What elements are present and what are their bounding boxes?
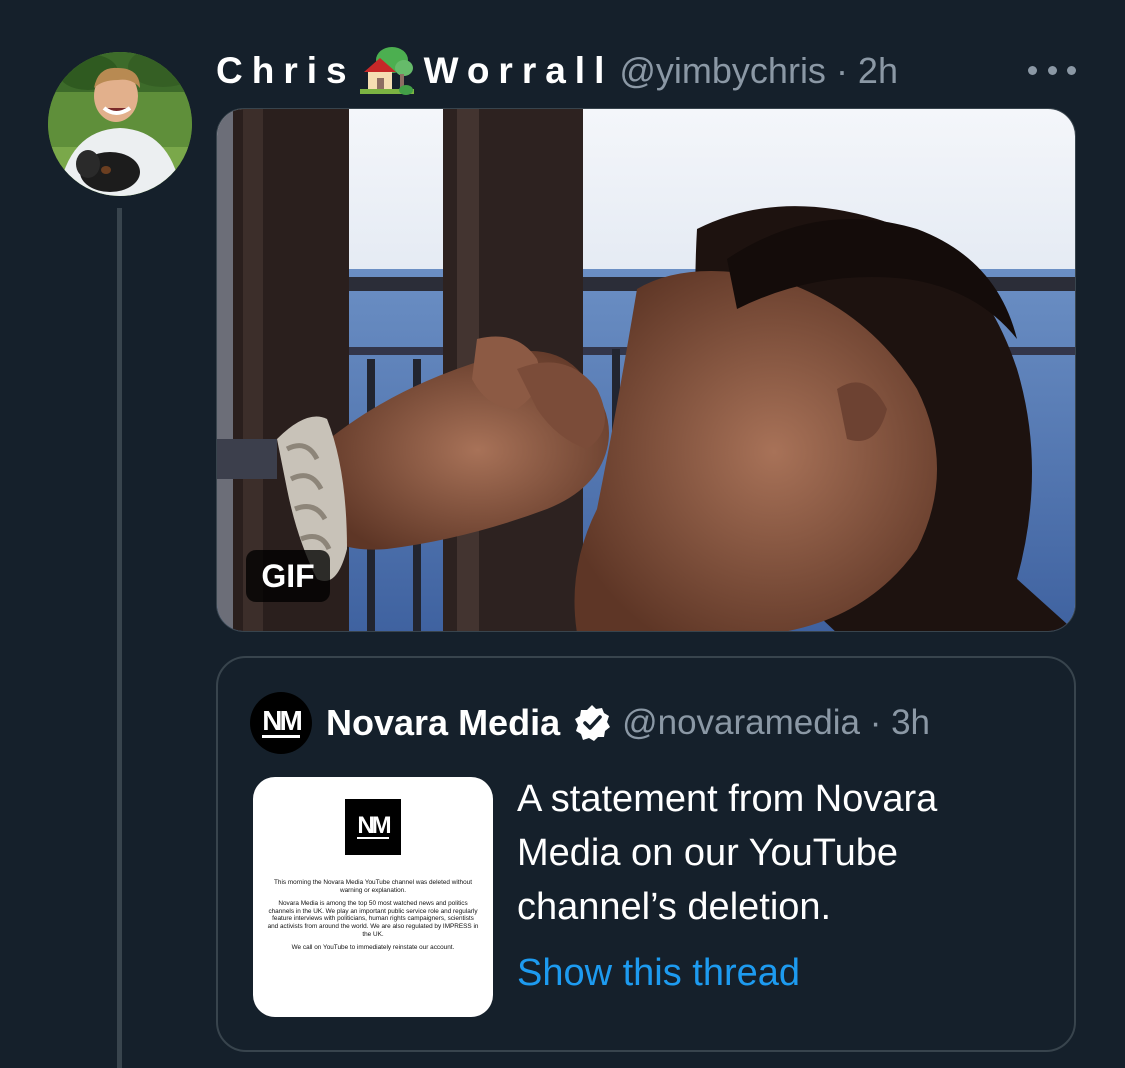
thumbnail-paragraph: This morning the Novara Media YouTube ch… xyxy=(274,879,472,894)
thumbnail-logo-text: NM xyxy=(357,812,392,839)
more-dot xyxy=(1067,65,1076,75)
gif-media[interactable] xyxy=(216,108,1076,632)
house-with-garden-icon xyxy=(359,46,414,96)
more-dot xyxy=(1047,65,1057,75)
tweet-header: Chris Worrall @yimbychris · 2h xyxy=(216,46,898,96)
gif-badge: GIF xyxy=(246,550,330,602)
quoted-display-name[interactable]: Novara Media xyxy=(326,702,560,744)
display-name-first[interactable]: Chris xyxy=(216,50,356,92)
display-name-last[interactable]: Worrall xyxy=(424,50,614,92)
more-options-icon[interactable] xyxy=(1028,58,1076,82)
quoted-tweet-text: A statement from Novara Media on our You… xyxy=(517,778,938,928)
show-thread-link[interactable]: Show this thread xyxy=(517,946,800,1000)
author-avatar[interactable] xyxy=(48,52,192,196)
statement-thumbnail[interactable]: NM This morning the Novara Media YouTube… xyxy=(253,777,493,1017)
quoted-avatar-logo: NM xyxy=(262,705,303,738)
thumbnail-statement-text: This morning the Novara Media YouTube ch… xyxy=(267,879,479,958)
thumbnail-logo: NM xyxy=(345,799,401,855)
quoted-header: Novara Media @novaramedia · 3h xyxy=(326,700,930,746)
thumbnail-paragraph: Novara Media is among the top 50 most wa… xyxy=(267,900,479,938)
thumbnail-paragraph: We call on YouTube to immediately reinst… xyxy=(291,944,455,952)
thread-connector-line xyxy=(117,208,122,1068)
more-dot xyxy=(1028,65,1037,75)
quoted-handle-time[interactable]: @novaramedia · 3h xyxy=(622,703,930,743)
verified-badge-icon xyxy=(575,705,611,741)
tweet-page: Chris Worrall @yimbychris · 2h GIF NM No… xyxy=(0,0,1125,1068)
quoted-avatar[interactable]: NM xyxy=(250,692,312,754)
author-handle-time[interactable]: @yimbychris · 2h xyxy=(619,50,898,92)
